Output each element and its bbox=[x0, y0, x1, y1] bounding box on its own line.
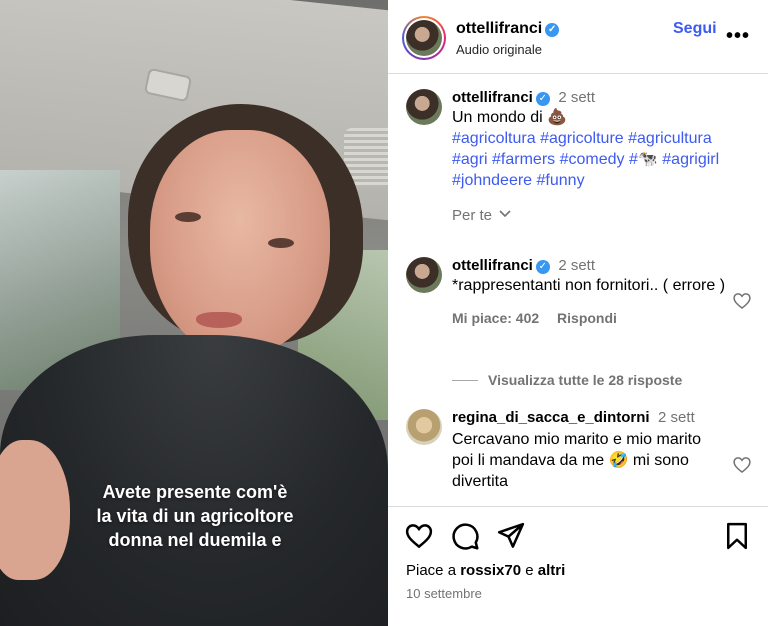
verified-icon: ✓ bbox=[545, 23, 560, 37]
comment-time[interactable]: 2 sett bbox=[658, 409, 695, 426]
hashtag-link[interactable]: #agrigirl bbox=[662, 151, 719, 168]
hashtag-link[interactable]: #agricolture bbox=[540, 130, 624, 147]
likes-user[interactable]: rossix70 bbox=[460, 562, 521, 579]
comment-text: Cercavano mio marito e mio marito poi li… bbox=[452, 431, 701, 490]
comment-time[interactable]: 2 sett bbox=[558, 257, 595, 274]
verified-icon: ✓ bbox=[535, 92, 550, 106]
post-actions: Piace a rossix70 e altri 10 settembre bbox=[388, 506, 768, 626]
reel-video[interactable]: Avete presente com'è la vita di un agric… bbox=[0, 0, 388, 626]
comment-icon[interactable] bbox=[450, 521, 480, 551]
hashtag-link[interactable]: #funny bbox=[537, 172, 585, 189]
view-replies-label: Visualizza tutte le 28 risposte bbox=[488, 372, 683, 388]
share-icon[interactable] bbox=[496, 521, 526, 551]
heart-icon[interactable] bbox=[732, 455, 752, 475]
person-eye-right bbox=[268, 238, 294, 248]
video-caption: Avete presente com'è la vita di un agric… bbox=[60, 480, 330, 552]
avatar[interactable] bbox=[406, 89, 442, 125]
heart-icon[interactable] bbox=[404, 521, 434, 551]
post-panel: ottellifranci ✓ Audio originale Segui •••… bbox=[388, 0, 768, 626]
heart-icon[interactable] bbox=[732, 291, 752, 311]
replies-divider bbox=[452, 380, 478, 381]
hashtag-link[interactable]: #johndeere bbox=[452, 172, 532, 189]
likes-middle: e bbox=[521, 562, 538, 579]
header-username[interactable]: ottellifranci bbox=[456, 20, 542, 37]
hashtag-link[interactable]: #agri bbox=[452, 151, 488, 168]
per-te-label: Per te bbox=[452, 207, 493, 224]
likes-summary[interactable]: Piace a rossix70 e altri bbox=[406, 562, 565, 579]
chevron-down-icon bbox=[499, 210, 511, 218]
caption-text: Un mondo di 💩 bbox=[452, 109, 568, 126]
per-te-dropdown[interactable]: Per te bbox=[452, 207, 742, 224]
reply-button[interactable]: Rispondi bbox=[557, 310, 617, 326]
bookmark-icon[interactable] bbox=[722, 521, 752, 551]
person-eye-left bbox=[175, 212, 201, 222]
caption-username[interactable]: ottellifranci bbox=[452, 89, 533, 106]
hashtag-list: #agricoltura #agricolture #agricultura #… bbox=[452, 128, 742, 191]
comments-list[interactable]: ottellifranci ✓ 2 sett Un mondo di 💩 #agr… bbox=[388, 75, 768, 505]
hashtag-link[interactable]: #farmers bbox=[492, 151, 555, 168]
hashtag-link[interactable]: #agricultura bbox=[628, 130, 712, 147]
hashtag-link[interactable]: #agricoltura bbox=[452, 130, 536, 147]
view-replies-button[interactable]: Visualizza tutte le 28 risposte bbox=[452, 372, 682, 388]
hashtag-link[interactable]: #comedy bbox=[560, 151, 625, 168]
caption-line: la vita di un agricoltore bbox=[96, 506, 294, 526]
caption-time[interactable]: 2 sett bbox=[558, 89, 595, 106]
comment-username[interactable]: regina_di_sacca_e_dintorni bbox=[452, 409, 650, 426]
likes-others[interactable]: altri bbox=[538, 562, 566, 579]
caption-line: Avete presente com'è bbox=[102, 482, 288, 502]
comment-meta: Mi piace: 402 Rispondi bbox=[452, 310, 742, 326]
comment-text: *rappresentanti non fornitori.. ( errore… bbox=[452, 277, 726, 294]
caption-line: donna nel duemila e bbox=[108, 530, 282, 550]
likes-prefix: Piace a bbox=[406, 562, 461, 579]
person-mouth bbox=[196, 312, 242, 328]
verified-icon: ✓ bbox=[535, 260, 550, 274]
avatar[interactable] bbox=[406, 409, 442, 445]
avatar[interactable] bbox=[406, 20, 442, 56]
hashtag-link[interactable]: #🐄 bbox=[629, 151, 658, 168]
post-header: ottellifranci ✓ Audio originale Segui ••• bbox=[388, 0, 768, 74]
comment-username[interactable]: ottellifranci bbox=[452, 257, 533, 274]
story-ring[interactable] bbox=[402, 16, 446, 60]
audio-label[interactable]: Audio originale bbox=[456, 42, 542, 57]
follow-button[interactable]: Segui bbox=[673, 20, 717, 38]
comment-likes[interactable]: Mi piace: 402 bbox=[452, 310, 539, 326]
more-icon[interactable]: ••• bbox=[726, 26, 750, 46]
avatar[interactable] bbox=[406, 257, 442, 293]
post-date: 10 settembre bbox=[406, 586, 482, 601]
